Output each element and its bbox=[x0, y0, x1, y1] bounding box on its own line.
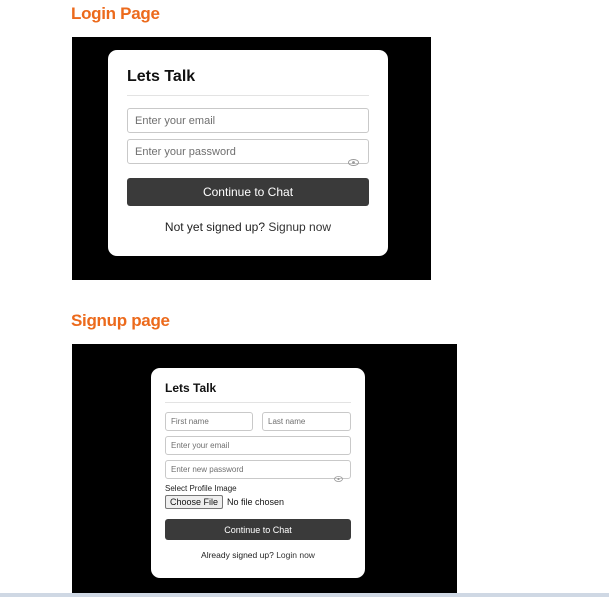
signup-title-divider bbox=[165, 402, 351, 403]
signup-footer-text: Already signed up? bbox=[201, 550, 274, 560]
profile-image-picker: Choose File No file chosen bbox=[165, 495, 284, 509]
login-email-input[interactable] bbox=[127, 108, 369, 133]
signup-preview-frame: Lets Talk Select Profile Image Choose Fi… bbox=[72, 344, 457, 593]
login-card: Lets Talk Continue to Chat Not yet signe… bbox=[108, 50, 388, 256]
signup-password-input[interactable] bbox=[165, 460, 351, 479]
login-password-input[interactable] bbox=[127, 139, 369, 164]
login-footer-text: Not yet signed up? bbox=[164, 220, 265, 234]
last-name-input[interactable] bbox=[262, 412, 351, 431]
signup-now-link[interactable]: Signup now bbox=[268, 220, 331, 234]
profile-image-label: Select Profile Image bbox=[165, 484, 237, 493]
eye-icon[interactable] bbox=[334, 469, 343, 487]
signup-footer: Already signed up? Login now bbox=[151, 550, 365, 560]
signup-card: Lets Talk Select Profile Image Choose Fi… bbox=[151, 368, 365, 578]
login-preview-frame: Lets Talk Continue to Chat Not yet signe… bbox=[72, 37, 431, 280]
signup-email-input[interactable] bbox=[165, 436, 351, 455]
first-name-input[interactable] bbox=[165, 412, 253, 431]
page-bottom-border bbox=[0, 593, 609, 597]
signup-continue-button[interactable]: Continue to Chat bbox=[165, 519, 351, 540]
login-card-title: Lets Talk bbox=[127, 68, 196, 85]
login-page-heading: Login Page bbox=[71, 4, 160, 23]
login-title-divider bbox=[127, 95, 369, 96]
signup-card-title: Lets Talk bbox=[165, 381, 217, 395]
signup-page-heading: Signup page bbox=[71, 311, 170, 330]
choose-file-button[interactable]: Choose File bbox=[165, 495, 224, 509]
eye-icon[interactable] bbox=[348, 153, 359, 171]
login-continue-button[interactable]: Continue to Chat bbox=[127, 178, 369, 206]
no-file-chosen-text: No file chosen bbox=[227, 497, 285, 507]
login-footer: Not yet signed up? Signup now bbox=[108, 220, 388, 234]
login-now-link[interactable]: Login now bbox=[276, 550, 315, 560]
